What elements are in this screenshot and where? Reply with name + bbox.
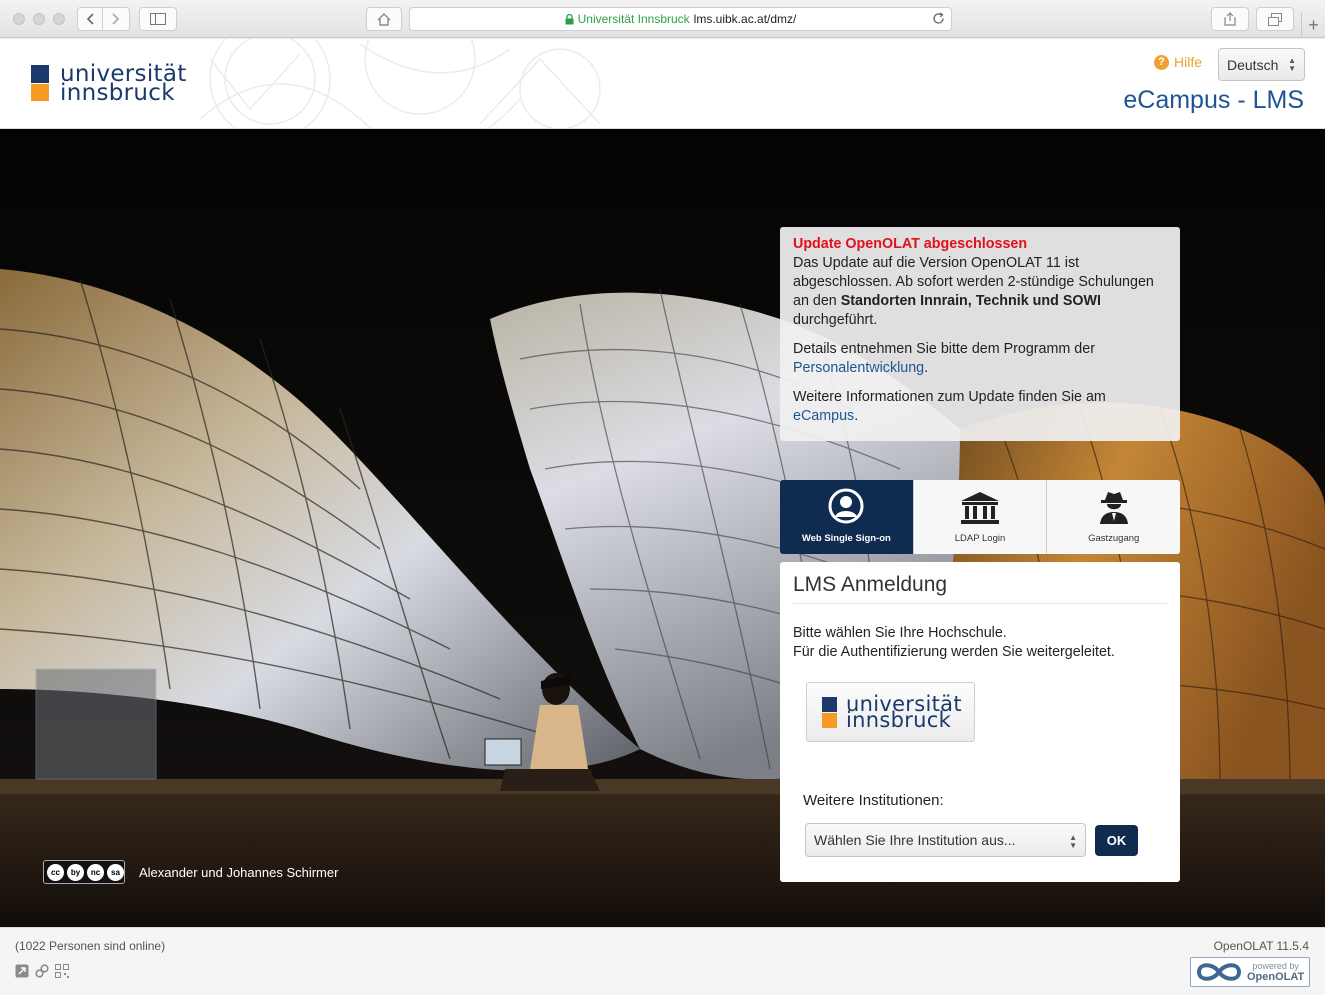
question-circle-icon: ? <box>1153 54 1169 70</box>
login-desc-line1: Bitte wählen Sie Ihre Hochschule. <box>793 625 1007 641</box>
ok-button[interactable]: OK <box>1095 825 1138 856</box>
forward-button[interactable] <box>103 7 130 31</box>
url-text: lms.uibk.ac.at/dmz/ <box>693 12 797 26</box>
cc-license-badge[interactable]: cc by nc sa <box>43 860 125 884</box>
tab-gastzugang[interactable]: Gastzugang <box>1047 480 1180 554</box>
more-institutions-label: Weitere Institutionen: <box>803 792 944 809</box>
tabs-overview-button[interactable] <box>1256 7 1294 31</box>
online-count: (1022 Personen sind online) <box>15 939 166 953</box>
by-icon: by <box>67 863 84 881</box>
version-label: OpenOLAT 11.5.4 <box>1213 939 1309 953</box>
openolat-label: OpenOLAT <box>1247 971 1305 983</box>
login-desc-line2: Für die Authentifizierung werden Sie wei… <box>793 644 1115 660</box>
chevron-right-icon <box>112 13 120 25</box>
app-title: eCampus - LMS <box>1123 86 1304 114</box>
institution-select[interactable]: Wählen Sie Ihre Institution aus... ▲ ▼ <box>805 823 1086 857</box>
infinity-logo-icon <box>1196 963 1242 981</box>
institution-icon <box>961 492 999 524</box>
footer: (1022 Personen sind online) OpenOLAT 11.… <box>0 927 1325 995</box>
logo-text-line2: innsbruck <box>60 80 175 106</box>
nc-icon: nc <box>87 863 104 881</box>
link-icon[interactable] <box>35 964 49 978</box>
uibk-login-button[interactable]: universität innsbruck <box>806 682 975 742</box>
notice-text-2-end: . <box>924 360 929 376</box>
reload-button[interactable] <box>932 12 945 28</box>
help-link[interactable]: ? Hilfe <box>1153 54 1202 70</box>
user-circle-icon <box>828 488 864 524</box>
footer-icons <box>15 964 69 978</box>
language-select[interactable]: Deutsch ▲ ▼ <box>1218 48 1305 81</box>
language-value: Deutsch <box>1227 56 1279 73</box>
login-title: LMS Anmeldung <box>793 573 1167 604</box>
sa-icon: sa <box>107 863 124 881</box>
photo-credit: cc by nc sa Alexander und Johannes Schir… <box>43 860 338 884</box>
qr-code-icon[interactable] <box>55 964 69 978</box>
user-secret-icon <box>1099 492 1128 524</box>
window-close-button[interactable] <box>13 13 25 25</box>
login-panel: LMS Anmeldung Bitte wählen Sie Ihre Hoch… <box>780 562 1180 882</box>
window-zoom-button[interactable] <box>53 13 65 25</box>
tabs-icon <box>1268 12 1282 26</box>
sidebar-icon <box>150 13 166 25</box>
notice-title: Update OpenOLAT abgeschlossen <box>793 236 1028 252</box>
lock-icon <box>565 13 574 24</box>
notice-text-1-end: durchgeführt. <box>793 312 878 328</box>
logo-mark <box>822 696 837 728</box>
site-header: universität innsbruck ? Hilfe Deutsch ▲ ▼… <box>0 39 1325 129</box>
window-minimize-button[interactable] <box>33 13 45 25</box>
select-arrows-icon: ▲ ▼ <box>1069 833 1077 850</box>
logo-mark <box>31 65 49 101</box>
plus-icon: + <box>1308 14 1319 35</box>
notice-text-2: Details entnehmen Sie bitte dem Programm… <box>793 341 1095 357</box>
header-decoration <box>199 39 601 128</box>
tab-label: Web Single Sign-on <box>801 533 891 544</box>
address-bar[interactable]: Universität Innsbruck lms.uibk.ac.at/dmz… <box>409 7 952 31</box>
home-icon <box>377 12 391 26</box>
tab-web-single-sign-on[interactable]: Web Single Sign-on <box>780 480 914 554</box>
login-method-tabs: Web Single Sign-on LDAP Login Gastzugang <box>780 480 1180 554</box>
share-icon <box>1224 12 1236 26</box>
new-tab-button[interactable]: + <box>1301 12 1325 38</box>
uni-button-line2: innsbruck <box>846 708 952 732</box>
home-button[interactable] <box>366 7 402 31</box>
secure-indicator: Universität Innsbruck <box>565 12 690 26</box>
chevron-left-icon <box>86 13 94 25</box>
select-arrows-icon: ▲ ▼ <box>1288 56 1296 73</box>
login-description: Bitte wählen Sie Ihre Hochschule. Für di… <box>793 624 1167 662</box>
personalentwicklung-link[interactable]: Personalentwicklung <box>793 360 924 376</box>
tab-ldap-login[interactable]: LDAP Login <box>913 480 1048 554</box>
notice-text-3: Weitere Informationen zum Update finden … <box>793 389 1106 405</box>
institution-select-value: Wählen Sie Ihre Institution aus... <box>814 832 1016 848</box>
powered-by-openolat-badge[interactable]: powered by OpenOLAT <box>1190 957 1310 987</box>
tab-label: LDAP Login <box>954 533 1006 544</box>
sidebar-toggle-button[interactable] <box>139 7 177 31</box>
cc-icon: cc <box>47 863 64 881</box>
external-link-icon[interactable] <box>15 964 29 978</box>
ecampus-link[interactable]: eCampus <box>793 408 854 424</box>
browser-toolbar: Universität Innsbruck lms.uibk.ac.at/dmz… <box>0 0 1325 38</box>
tab-label: Gastzugang <box>1088 533 1140 544</box>
help-label: Hilfe <box>1173 54 1202 70</box>
credit-text: Alexander und Johannes Schirmer <box>139 864 339 880</box>
university-logo[interactable]: universität innsbruck <box>31 63 187 106</box>
update-notice: Update OpenOLAT abgeschlossen Das Update… <box>780 227 1180 441</box>
reload-icon <box>933 12 944 24</box>
share-button[interactable] <box>1211 7 1249 31</box>
url-org-name: Universität Innsbruck <box>577 12 690 26</box>
powered-by-label: powered by <box>1252 961 1299 971</box>
back-button[interactable] <box>77 7 103 31</box>
notice-locations: Standorten Innrain, Technik und SOWI <box>840 293 1101 309</box>
notice-text-3-end: . <box>854 408 859 424</box>
